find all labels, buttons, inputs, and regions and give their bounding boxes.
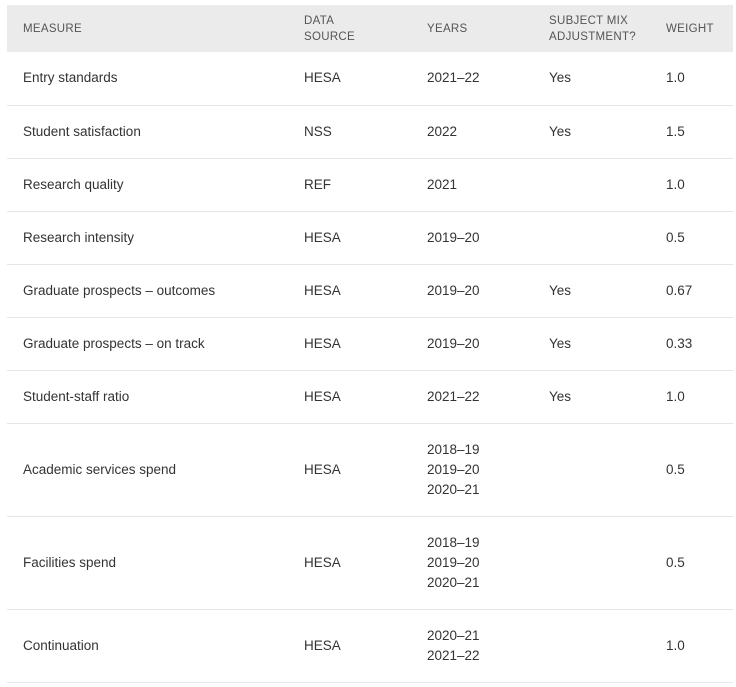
table-row: Graduate prospects – on track HESA 2019–20… <box>7 317 733 371</box>
year-value: 2019–20 <box>427 461 480 477</box>
cell-measure: Graduate prospects – on track <box>7 317 288 371</box>
cell-weight: 0.67 <box>650 264 733 318</box>
year-value: 2021–22 <box>427 70 480 86</box>
cell-weight: 1.0 <box>650 52 733 106</box>
cell-data-source: HESA <box>288 370 411 424</box>
year-value: 2019–20 <box>427 335 480 351</box>
header-subject-mix-line-2: ADJUSTMENT? <box>549 30 637 43</box>
header-years: YEARS <box>411 5 533 52</box>
cell-weight: 0.33 <box>650 317 733 371</box>
year-value: 2020–21 <box>427 481 480 497</box>
header-row: MEASURE DATA SOURCE YEARS SUBJECT MIX AD… <box>7 5 733 52</box>
year-value: 2019–20 <box>427 282 480 298</box>
table-row: Research intensity HESA 2019–20 0.5 <box>7 211 733 265</box>
cell-weight: 1.5 <box>650 105 733 159</box>
cell-weight: 0.5 <box>650 211 733 265</box>
year-value: 2019–20 <box>427 554 480 570</box>
measures-table-container: MEASURE DATA SOURCE YEARS SUBJECT MIX AD… <box>7 5 733 683</box>
cell-subject-mix-adjustment <box>533 158 650 212</box>
cell-data-source: HESA <box>288 516 411 610</box>
cell-measure: Research intensity <box>7 211 288 265</box>
cell-measure: Graduate prospects – outcomes <box>7 264 288 318</box>
year-value: 2018–19 <box>427 441 480 457</box>
cell-years: 2021–22 <box>411 370 533 424</box>
cell-subject-mix-adjustment: Yes <box>533 317 650 371</box>
cell-weight: 1.0 <box>650 370 733 424</box>
cell-measure: Research quality <box>7 158 288 212</box>
cell-years: 2021 <box>411 158 533 212</box>
cell-measure: Continuation <box>7 609 288 683</box>
cell-weight: 0.5 <box>650 516 733 610</box>
cell-data-source: HESA <box>288 211 411 265</box>
header-subject-mix-line-1: SUBJECT MIX <box>549 14 629 27</box>
cell-data-source: HESA <box>288 317 411 371</box>
cell-subject-mix-adjustment <box>533 211 650 265</box>
cell-data-source: HESA <box>288 609 411 683</box>
cell-years: 2019–20 <box>411 211 533 265</box>
cell-measure: Entry standards <box>7 52 288 106</box>
year-value: 2021–22 <box>427 647 480 663</box>
cell-years: 2019–20 <box>411 264 533 318</box>
cell-subject-mix-adjustment: Yes <box>533 52 650 106</box>
table-row: Research quality REF 2021 1.0 <box>7 158 733 212</box>
table-row: Graduate prospects – outcomes HESA 2019–20… <box>7 264 733 318</box>
cell-years: 2020–21 2021–22 <box>411 609 533 683</box>
year-value: 2020–21 <box>427 574 480 590</box>
table-row: Continuation HESA 2020–21 2021–22 1.0 <box>7 609 733 683</box>
table-header: MEASURE DATA SOURCE YEARS SUBJECT MIX AD… <box>7 5 733 52</box>
header-data-source: DATA SOURCE <box>288 5 411 52</box>
header-data-source-line-1: DATA <box>304 14 335 27</box>
year-value: 2022 <box>427 123 458 139</box>
cell-subject-mix-adjustment: Yes <box>533 105 650 159</box>
header-weight-label: WEIGHT <box>666 22 714 35</box>
table-body: Entry standards HESA 2021–22 Yes 1.0 Student … <box>7 52 733 683</box>
cell-subject-mix-adjustment <box>533 516 650 610</box>
cell-subject-mix-adjustment: Yes <box>533 370 650 424</box>
cell-measure: Academic services spend <box>7 423 288 517</box>
year-value: 2020–21 <box>427 627 480 643</box>
cell-years: 2022 <box>411 105 533 159</box>
cell-data-source: REF <box>288 158 411 212</box>
table-row: Entry standards HESA 2021–22 Yes 1.0 <box>7 52 733 106</box>
measures-table: MEASURE DATA SOURCE YEARS SUBJECT MIX AD… <box>7 5 733 683</box>
cell-data-source: HESA <box>288 52 411 106</box>
cell-subject-mix-adjustment <box>533 423 650 517</box>
header-data-source-line-2: SOURCE <box>304 30 356 43</box>
cell-data-source: HESA <box>288 423 411 517</box>
cell-subject-mix-adjustment <box>533 609 650 683</box>
year-value: 2021–22 <box>427 388 480 404</box>
header-measure-label: MEASURE <box>23 22 82 35</box>
cell-weight: 1.0 <box>650 158 733 212</box>
cell-data-source: HESA <box>288 264 411 318</box>
year-value: 2019–20 <box>427 229 480 245</box>
year-value: 2018–19 <box>427 534 480 550</box>
header-weight: WEIGHT <box>650 5 733 52</box>
header-measure: MEASURE <box>7 5 288 52</box>
header-subject-mix: SUBJECT MIX ADJUSTMENT? <box>533 5 650 52</box>
table-row: Student satisfaction NSS 2022 Yes 1.5 <box>7 105 733 159</box>
cell-measure: Student satisfaction <box>7 105 288 159</box>
table-row: Academic services spend HESA 2018–19 2019–2… <box>7 423 733 517</box>
table-row: Facilities spend HESA 2018–19 2019–20 2020–2… <box>7 516 733 610</box>
year-value: 2021 <box>427 176 458 192</box>
cell-years: 2018–19 2019–20 2020–21 <box>411 423 533 517</box>
cell-subject-mix-adjustment: Yes <box>533 264 650 318</box>
header-years-label: YEARS <box>427 22 468 35</box>
cell-years: 2021–22 <box>411 52 533 106</box>
cell-weight: 1.0 <box>650 609 733 683</box>
cell-measure: Facilities spend <box>7 516 288 610</box>
cell-years: 2019–20 <box>411 317 533 371</box>
cell-weight: 0.5 <box>650 423 733 517</box>
cell-measure: Student-staff ratio <box>7 370 288 424</box>
cell-years: 2018–19 2019–20 2020–21 <box>411 516 533 610</box>
cell-data-source: NSS <box>288 105 411 159</box>
table-row: Student-staff ratio HESA 2021–22 Yes 1.0 <box>7 370 733 424</box>
